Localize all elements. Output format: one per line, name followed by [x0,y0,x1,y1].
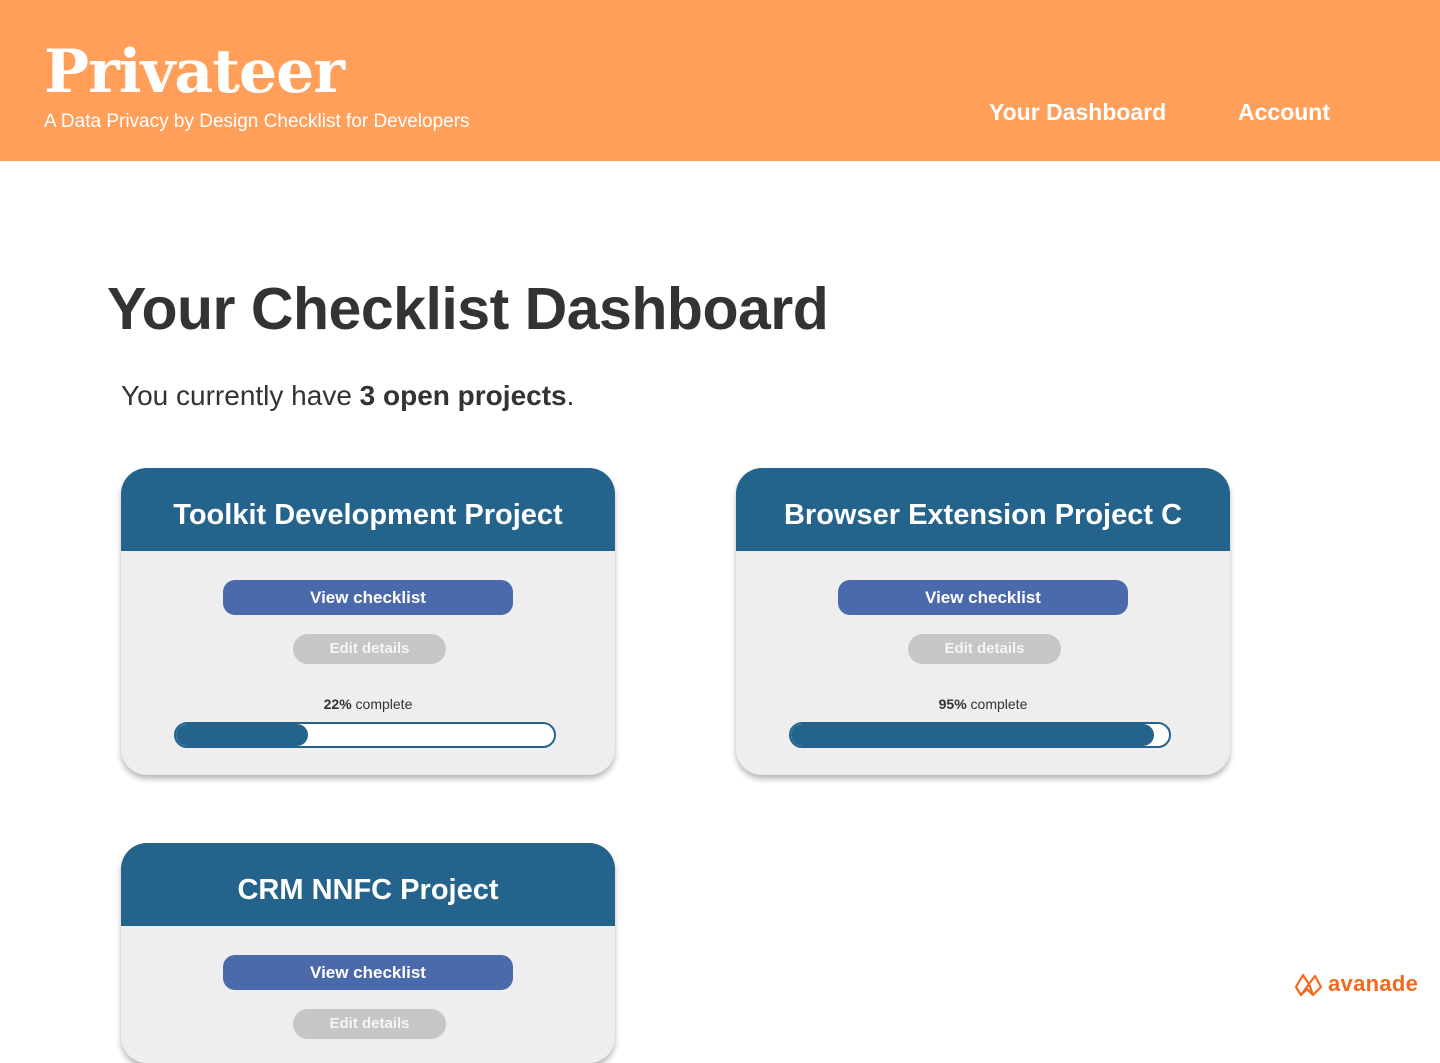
summary-suffix: . [566,380,575,411]
view-checklist-button[interactable]: View checklist [223,580,513,615]
avanade-logo-icon [1294,973,1323,997]
project-title: Browser Extension Project C [783,498,1183,531]
project-card-header: Toolkit Development Project [121,468,615,551]
progress-percent: 95% [938,696,967,712]
edit-details-button[interactable]: Edit details [908,634,1061,664]
summary-prefix: You currently have [121,380,360,411]
progress-label: 22% complete [121,695,615,713]
project-card-header: Browser Extension Project C [736,468,1230,551]
project-card: Browser Extension Project C View checkli… [736,468,1230,775]
progress-suffix: complete [351,696,413,712]
progress-label: 95% complete [736,695,1230,713]
open-projects-summary: You currently have 3 open projects. [121,378,574,414]
progress-bar-fill [791,724,1154,746]
progress-bar-fill [176,724,309,746]
project-card: Toolkit Development Project View checkli… [121,468,615,775]
project-card: CRM NNFC Project View checklist Edit det… [121,843,615,1063]
app-header: Privateer A Data Privacy by Design Check… [0,0,1440,161]
summary-count: 3 open projects [359,380,567,411]
project-card-header: CRM NNFC Project [121,843,615,926]
avanade-logo-text: avanade [1328,971,1419,996]
progress-bar [789,722,1171,748]
progress-suffix: complete [966,696,1028,712]
brand-logo-text[interactable]: Privateer [44,34,345,110]
edit-details-button[interactable]: Edit details [293,1009,446,1039]
page-title: Your Checklist Dashboard [107,276,829,342]
avanade-logo: avanade [1293,970,1418,998]
edit-details-button[interactable]: Edit details [293,634,446,664]
progress-bar [174,722,556,748]
progress-percent: 22% [323,696,352,712]
project-title: CRM NNFC Project [237,873,499,906]
brand-tagline: A Data Privacy by Design Checklist for D… [44,111,470,132]
nav-account[interactable]: Account [1238,97,1330,127]
view-checklist-button[interactable]: View checklist [838,580,1128,615]
project-title: Toolkit Development Project [173,498,563,531]
view-checklist-button[interactable]: View checklist [223,955,513,990]
nav-your-dashboard[interactable]: Your Dashboard [989,97,1166,127]
